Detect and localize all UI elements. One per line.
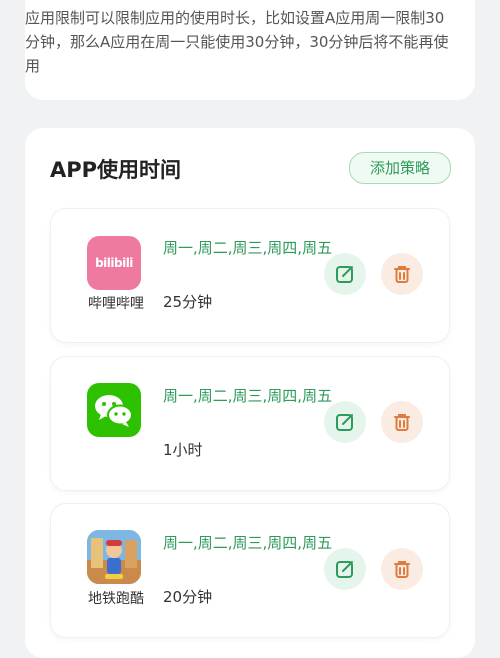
- app-name: 地铁跑酷: [88, 591, 144, 607]
- limit-duration: 25分钟: [163, 293, 213, 311]
- app-usage-card: APP使用时间 添加策略 bilibili 哔哩哔哩 周一,周二,周三,周四,周…: [25, 128, 475, 658]
- bilibili-app-icon: bilibili: [87, 236, 141, 290]
- edit-icon: [336, 414, 353, 431]
- trash-icon: [394, 414, 410, 431]
- trash-icon: [394, 561, 410, 578]
- add-policy-button[interactable]: 添加策略: [349, 152, 451, 184]
- limit-description: 应用限制可以限制应用的使用时长，比如设置A应用周一限制30分钟，那么A应用在周一…: [25, 9, 449, 75]
- delete-button[interactable]: [381, 401, 423, 443]
- wechat-logo: [95, 395, 133, 427]
- limit-duration: 1小时: [163, 441, 203, 459]
- app-policy-item[interactable]: 地铁跑酷 周一,周二,周三,周四,周五 20分钟: [50, 503, 450, 638]
- delete-button[interactable]: [381, 253, 423, 295]
- app-policy-item[interactable]: 周一,周二,周三,周四,周五 1小时: [50, 356, 450, 491]
- app-name: 哔哩哔哩: [88, 296, 144, 312]
- edit-icon: [336, 561, 353, 578]
- edit-button[interactable]: [324, 548, 366, 590]
- info-card: 应用限制可以限制应用的使用时长，比如设置A应用周一限制30分钟，那么A应用在周一…: [25, 0, 475, 100]
- delete-button[interactable]: [381, 548, 423, 590]
- section-title: APP使用时间: [50, 158, 182, 182]
- subway-surfers-app-icon: [87, 530, 141, 584]
- subway-surfers-artwork: [87, 530, 141, 584]
- limit-days: 周一,周二,周三,周四,周五: [163, 534, 333, 552]
- edit-icon: [336, 266, 353, 283]
- edit-button[interactable]: [324, 401, 366, 443]
- bilibili-logo-text: bilibili: [95, 256, 133, 270]
- limit-days: 周一,周二,周三,周四,周五: [163, 239, 333, 257]
- app-policy-item[interactable]: bilibili 哔哩哔哩 周一,周二,周三,周四,周五 25分钟: [50, 208, 450, 343]
- edit-button[interactable]: [324, 253, 366, 295]
- limit-days: 周一,周二,周三,周四,周五: [163, 387, 333, 405]
- wechat-app-icon: [87, 383, 141, 437]
- limit-duration: 20分钟: [163, 588, 213, 606]
- trash-icon: [394, 266, 410, 283]
